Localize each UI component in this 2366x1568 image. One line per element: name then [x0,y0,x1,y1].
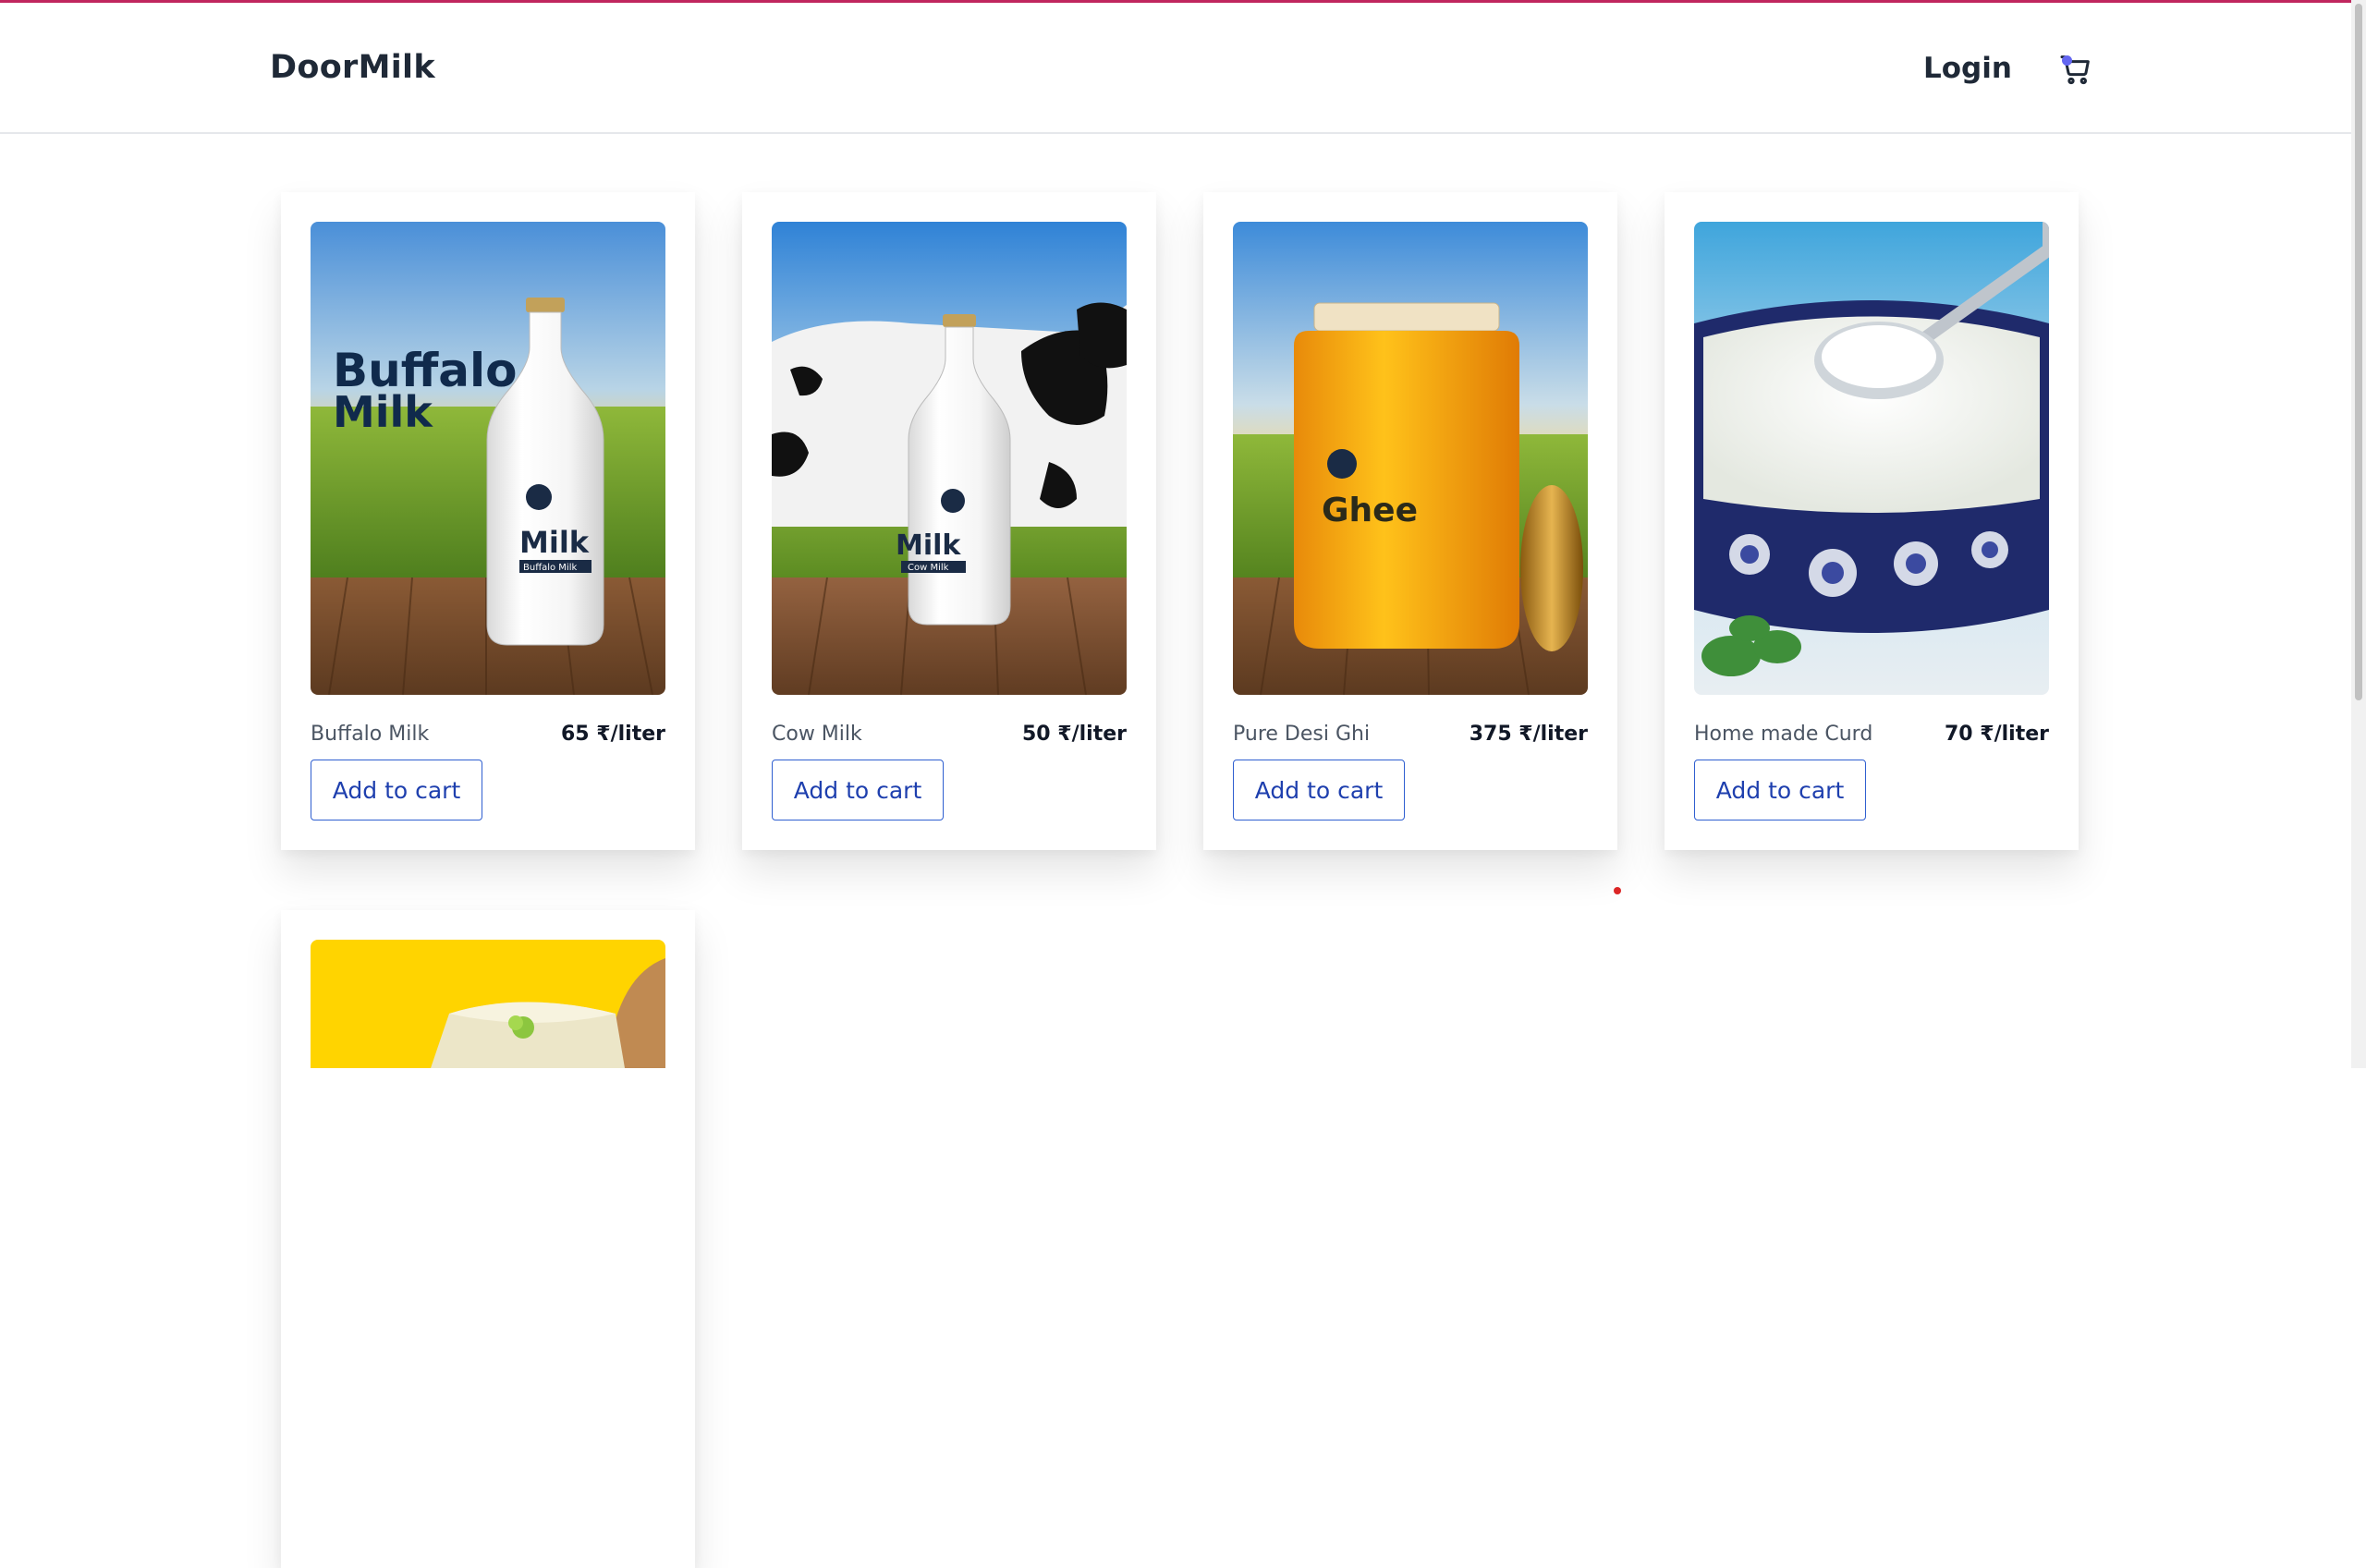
product-image-buffalo-milk: Buffalo Milk Milk Buffalo Milk [311,222,665,695]
add-to-cart-button[interactable]: Add to cart [311,760,482,820]
add-to-cart-button[interactable]: Add to cart [772,760,944,820]
product-card-buffalo-milk: Buffalo Milk Milk Buffalo Milk Buffalo M… [281,192,695,850]
product-card-cow-milk: Milk Cow Milk Cow Milk 50 ₹/liter Add to… [742,192,1156,850]
product-name: Pure Desi Ghi [1233,723,1371,746]
login-link[interactable]: Login [1923,52,2012,85]
product-image-home-made-curd [1694,222,2049,695]
product-card-home-made-curd: Home made Curd 70 ₹/liter Add to cart [1665,192,2079,850]
product-price: 65 ₹/liter [561,723,665,746]
product-price: 50 ₹/liter [1022,723,1127,746]
product-image-pure-desi-ghi: Ghee [1233,222,1588,695]
svg-text:Ghee: Ghee [1322,492,1418,529]
svg-text:Buffalo Milk: Buffalo Milk [523,563,577,573]
product-name: Buffalo Milk [311,723,430,746]
product-image-cow-milk: Milk Cow Milk [772,222,1127,695]
product-image-paneer [311,940,665,1068]
indicator-dot [1614,887,1621,894]
cart-badge [2062,55,2072,66]
product-name: Home made Curd [1694,723,1873,746]
page-scrollbar[interactable] [2351,0,2366,1068]
product-card-partial [281,910,695,1568]
svg-text:Milk: Milk [519,525,590,560]
svg-text:Cow Milk: Cow Milk [908,563,949,573]
product-price: 375 ₹/liter [1469,723,1588,746]
svg-text:Milk: Milk [896,529,961,562]
brand-logo[interactable]: DoorMilk [270,49,435,86]
add-to-cart-button[interactable]: Add to cart [1233,760,1405,820]
cart-button[interactable] [2057,51,2094,88]
scrollbar-thumb[interactable] [2355,4,2362,700]
navbar: DoorMilk Login [0,3,2366,134]
add-to-cart-button[interactable]: Add to cart [1694,760,1866,820]
product-price: 70 ₹/liter [1945,723,2049,746]
product-name: Cow Milk [772,723,862,746]
product-card-pure-desi-ghi: Ghee Pure Desi Ghi 375 ₹/liter Add to ca… [1203,192,1617,850]
svg-text:Milk: Milk [333,387,433,437]
